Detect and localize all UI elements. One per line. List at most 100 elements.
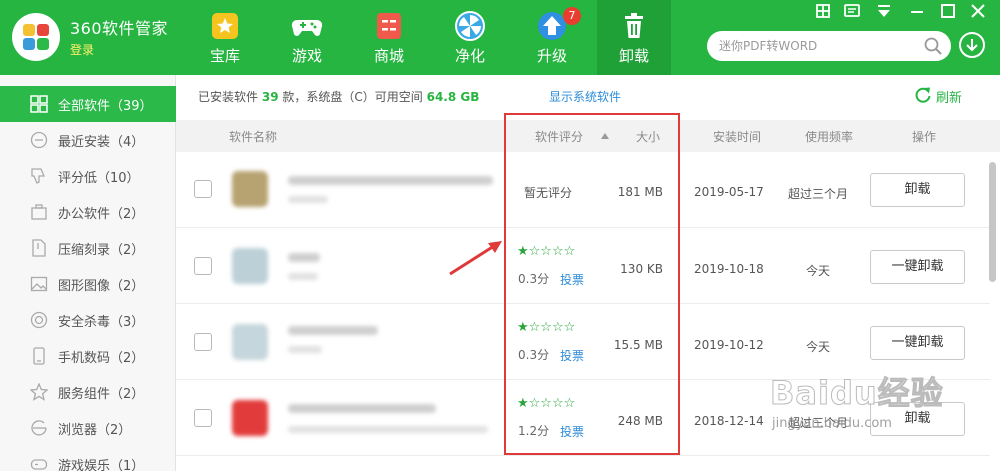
app-size: 181 MB [617, 185, 663, 199]
one-click-uninstall-button[interactable]: 一键卸载 [870, 326, 965, 360]
nav-purify[interactable]: 净化 [433, 0, 507, 75]
close-icon[interactable] [967, 2, 989, 20]
refresh-icon [915, 87, 931, 103]
sidebar-item-low-rating[interactable]: 评分低（10） [0, 158, 176, 194]
minimize-icon[interactable] [906, 2, 928, 20]
sidebar-item-mobile[interactable]: 手机数码（2） [0, 338, 176, 374]
one-click-uninstall-button[interactable]: 一键卸载 [870, 250, 965, 284]
app-logo [12, 13, 60, 61]
sidebar-item-browser[interactable]: 浏览器（2） [0, 410, 176, 446]
table-row: ★☆☆☆☆ 0.3分 投票 130 KB 2019-10-18 今天 一键卸载 [176, 228, 990, 304]
app-publisher-blurred [288, 273, 318, 280]
nav-uninstall[interactable]: 卸载 [597, 0, 671, 75]
use-frequency: 超过三个月 [787, 416, 848, 430]
sidebar-item-label: 浏览器（2） [58, 423, 132, 438]
sidebar-item-compress[interactable]: 压缩刻录（2） [0, 230, 176, 266]
rating-stars[interactable]: ★☆☆☆☆ [517, 320, 575, 335]
app-name-blurred [288, 253, 320, 262]
search-input[interactable] [719, 37, 914, 55]
app-name-blurred [288, 404, 436, 413]
app-publisher-blurred [288, 196, 328, 203]
search-icon[interactable] [923, 36, 943, 56]
row-checkbox[interactable] [194, 333, 212, 351]
app-publisher-blurred [288, 426, 488, 433]
sidebar-item-graphics[interactable]: 图形图像（2） [0, 266, 176, 302]
sidebar-item-label: 全部软件（39） [58, 99, 153, 114]
app-icon [232, 400, 268, 436]
sidebar-item-label: 游戏娱乐（1） [58, 459, 145, 471]
app-size: 130 KB [620, 262, 663, 276]
download-icon [966, 39, 978, 52]
app-icon [232, 248, 268, 284]
rating-score: 1.2分 [518, 424, 550, 438]
briefcase-icon [31, 204, 47, 220]
app-publisher-blurred [288, 346, 322, 353]
trash-icon [625, 13, 643, 38]
rating-score: 0.3分 [518, 272, 550, 286]
col-frequency[interactable]: 使用频率 [805, 128, 853, 145]
free-space: 64.8 GB [426, 90, 480, 104]
sidebar-item-recent[interactable]: 最近安装（4） [0, 122, 176, 158]
thumb-down-icon [31, 168, 45, 184]
menu-dropdown-icon[interactable] [873, 2, 895, 20]
nav-label: 净化 [454, 47, 485, 65]
install-date: 2019-05-17 [694, 185, 764, 199]
rating-score: 0.3分 [518, 348, 550, 362]
show-system-software-link[interactable]: 显示系统软件 [549, 88, 621, 105]
sidebar-item-all[interactable]: 全部软件（39） [0, 86, 176, 122]
nav-label: 升级 [536, 47, 567, 65]
app-title: 360软件管家 [70, 19, 169, 38]
archive-icon [32, 239, 46, 257]
installed-summary: 已安装软件 39 款，系统盘（C）可用空间 64.8 GB [198, 88, 479, 105]
vote-link[interactable]: 投票 [560, 423, 584, 440]
maximize-icon[interactable] [937, 2, 959, 20]
sidebar-item-label: 服务组件（2） [58, 387, 145, 402]
message-icon[interactable] [841, 2, 863, 20]
nav-label: 游戏 [291, 47, 322, 65]
sidebar-item-security[interactable]: 安全杀毒（3） [0, 302, 176, 338]
vote-link[interactable]: 投票 [560, 271, 584, 288]
table-row: 暂无评分 181 MB 2019-05-17 超过三个月 卸载 [176, 152, 990, 228]
browser-icon [31, 420, 47, 436]
install-date: 2019-10-12 [694, 338, 764, 352]
uninstall-button[interactable]: 卸载 [870, 402, 965, 436]
nav-games[interactable]: 游戏 [270, 0, 344, 75]
annotation-arrow-icon [449, 241, 502, 276]
app-icon [232, 324, 268, 360]
sort-up-icon[interactable] [601, 133, 609, 139]
col-size[interactable]: 大小 [636, 128, 660, 145]
search-box[interactable] [707, 31, 951, 61]
sidebar-item-label: 压缩刻录（2） [58, 243, 145, 258]
uninstall-button[interactable]: 卸载 [870, 173, 965, 207]
summary-prefix: 已安装软件 [198, 90, 259, 104]
col-install-date[interactable]: 安装时间 [713, 128, 761, 145]
rating-stars[interactable]: ★☆☆☆☆ [517, 244, 575, 259]
rating-text: 暂无评分 [524, 186, 573, 200]
sidebar-item-entertainment[interactable]: 游戏娱乐（1） [0, 446, 176, 471]
sidebar-item-label: 办公软件（2） [58, 207, 145, 222]
scrollbar-thumb[interactable] [989, 162, 996, 282]
sidebar-item-label: 手机数码（2） [58, 351, 145, 366]
row-checkbox[interactable] [194, 180, 212, 198]
nav-store[interactable]: 商城 [352, 0, 426, 75]
skin-icon[interactable] [812, 2, 834, 20]
nav-treasure[interactable]: 宝库 [188, 0, 262, 75]
row-checkbox[interactable] [194, 409, 212, 427]
game-icon [30, 459, 48, 470]
download-button[interactable] [959, 32, 985, 58]
upgrade-badge: 7 [563, 7, 581, 25]
sidebar-item-services[interactable]: 服务组件（2） [0, 374, 176, 410]
nav-upgrade[interactable]: 7 升级 [515, 0, 589, 75]
login-link[interactable]: 登录 [70, 41, 94, 58]
col-rating[interactable]: 软件评分 [535, 128, 583, 145]
col-name[interactable]: 软件名称 [229, 128, 277, 145]
sidebar-item-label: 评分低（10） [58, 171, 140, 186]
purify-icon [455, 11, 485, 41]
use-frequency: 超过三个月 [787, 187, 848, 201]
sidebar-item-office[interactable]: 办公软件（2） [0, 194, 176, 230]
table-header: 软件名称 软件评分 大小 安装时间 使用频率 操作 [176, 120, 1000, 152]
row-checkbox[interactable] [194, 257, 212, 275]
col-action: 操作 [912, 130, 937, 144]
rating-stars[interactable]: ★☆☆☆☆ [517, 396, 575, 411]
vote-link[interactable]: 投票 [560, 347, 584, 364]
